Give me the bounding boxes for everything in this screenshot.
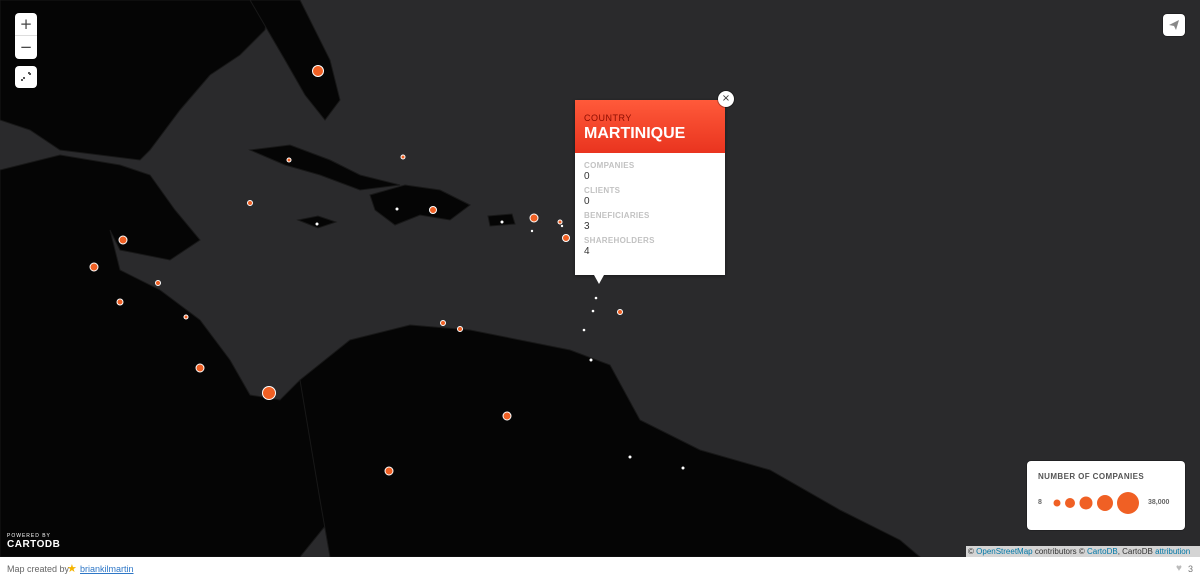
marker bbox=[400, 154, 406, 160]
heart-icon[interactable]: ♥ bbox=[1176, 563, 1182, 574]
popup-row-clients: CLIENTS 0 bbox=[584, 186, 716, 207]
popup-row-beneficiaries: BENEFICIARIES 3 bbox=[584, 211, 716, 232]
popup-close-button[interactable]: × bbox=[718, 91, 734, 107]
info-popup: × COUNTRY MARTINIQUE COMPANIES 0 CLIENTS… bbox=[575, 91, 734, 284]
marker bbox=[617, 309, 623, 315]
marker bbox=[429, 206, 437, 214]
marker bbox=[529, 213, 539, 223]
popup-tip bbox=[594, 275, 604, 284]
author-link[interactable]: briankilmartin bbox=[80, 564, 134, 574]
legend-bubble bbox=[1053, 499, 1061, 507]
land-south-america bbox=[299, 324, 921, 557]
map-canvas[interactable]: + − × COUNTRY MARTINIQUE COMPANIES 0 CLI… bbox=[0, 0, 1200, 557]
marker-dot bbox=[560, 224, 564, 228]
marker-dot bbox=[591, 309, 595, 313]
marker bbox=[89, 262, 99, 272]
marker bbox=[457, 326, 463, 332]
share-button[interactable] bbox=[1163, 14, 1185, 36]
legend-title: NUMBER OF COMPANIES bbox=[1038, 472, 1145, 481]
attribution-text: contributors © bbox=[1034, 547, 1085, 556]
popup-row-label: SHAREHOLDERS bbox=[584, 236, 655, 245]
land-mexico-central-america bbox=[0, 154, 361, 557]
land-puerto-rico bbox=[487, 213, 516, 227]
popup-row-companies: COMPANIES 0 bbox=[584, 161, 716, 182]
cartodb-wordmark: CARTODB bbox=[7, 539, 61, 550]
popup-title-value: MARTINIQUE bbox=[584, 125, 686, 142]
marker-dot bbox=[681, 466, 685, 470]
attribution-copy: © bbox=[968, 547, 974, 556]
cartodb-link[interactable]: CartoDB bbox=[1087, 547, 1118, 556]
popup-title-label: COUNTRY bbox=[584, 113, 632, 123]
popup-row-value: 3 bbox=[584, 221, 590, 232]
marker bbox=[562, 234, 570, 242]
marker bbox=[262, 386, 276, 400]
marker-dot bbox=[582, 328, 586, 332]
attribution-text: , CartoDB bbox=[1117, 547, 1153, 556]
popup-row-label: BENEFICIARIES bbox=[584, 211, 650, 220]
marker-dot bbox=[395, 207, 399, 211]
land-hispaniola bbox=[369, 184, 471, 226]
marker-dot bbox=[594, 296, 598, 300]
cartodb-logo[interactable]: POWERED BY CARTODB bbox=[7, 533, 60, 550]
marker-dot bbox=[500, 220, 504, 224]
popup-row-label: COMPANIES bbox=[584, 161, 635, 170]
popup-row-value: 4 bbox=[584, 246, 590, 257]
fullscreen-icon bbox=[21, 72, 31, 81]
marker bbox=[440, 320, 446, 326]
like-count: 3 bbox=[1188, 564, 1194, 574]
legend: NUMBER OF COMPANIES 8 38,000 bbox=[1027, 461, 1185, 530]
popup-row-shareholders: SHAREHOLDERS 4 bbox=[584, 236, 716, 257]
created-by-label: Map created by bbox=[7, 564, 70, 574]
footer: Map created by ★ briankilmartin ♥ 3 bbox=[0, 557, 1200, 580]
marker bbox=[183, 314, 189, 320]
marker bbox=[116, 298, 124, 306]
marker-dot bbox=[315, 222, 319, 226]
marker bbox=[118, 235, 128, 245]
marker bbox=[195, 363, 205, 373]
marker bbox=[155, 280, 161, 286]
share-icon bbox=[1169, 20, 1179, 30]
marker bbox=[247, 200, 253, 206]
popup-body: COMPANIES 0 CLIENTS 0 BENEFICIARIES 3 SH… bbox=[575, 153, 725, 257]
popup-row-value: 0 bbox=[584, 196, 590, 207]
legend-bubble bbox=[1117, 492, 1139, 514]
land-cuba bbox=[248, 144, 401, 191]
marker bbox=[502, 411, 512, 421]
popup-row-value: 0 bbox=[584, 171, 590, 182]
legend-bubble bbox=[1065, 498, 1075, 508]
zoom-out-button[interactable]: − bbox=[15, 35, 37, 58]
land-florida bbox=[249, 0, 341, 121]
legend-bubbles bbox=[1053, 492, 1139, 514]
marker-dot bbox=[628, 455, 632, 459]
osm-link[interactable]: OpenStreetMap bbox=[976, 547, 1032, 556]
attribution: © OpenStreetMap contributors © CartoDB, … bbox=[966, 546, 1200, 557]
marker-dot bbox=[530, 229, 534, 233]
land-north-america bbox=[0, 0, 271, 161]
marker bbox=[384, 466, 394, 476]
attribution-link[interactable]: attribution bbox=[1155, 547, 1190, 556]
marker-dot bbox=[589, 358, 593, 362]
marker bbox=[312, 65, 324, 77]
zoom-control: + − bbox=[15, 13, 37, 59]
star-icon: ★ bbox=[67, 563, 77, 575]
legend-bubble bbox=[1079, 496, 1093, 510]
legend-min: 8 bbox=[1038, 499, 1042, 506]
land-jamaica bbox=[296, 215, 338, 229]
popup-header: COUNTRY MARTINIQUE bbox=[575, 100, 725, 153]
marker bbox=[557, 219, 563, 225]
popup-row-label: CLIENTS bbox=[584, 186, 621, 195]
legend-max: 38,000 bbox=[1148, 499, 1170, 506]
legend-bubble bbox=[1097, 495, 1113, 511]
marker bbox=[286, 157, 292, 163]
fullscreen-button[interactable] bbox=[15, 66, 37, 88]
zoom-in-button[interactable]: + bbox=[15, 13, 37, 35]
